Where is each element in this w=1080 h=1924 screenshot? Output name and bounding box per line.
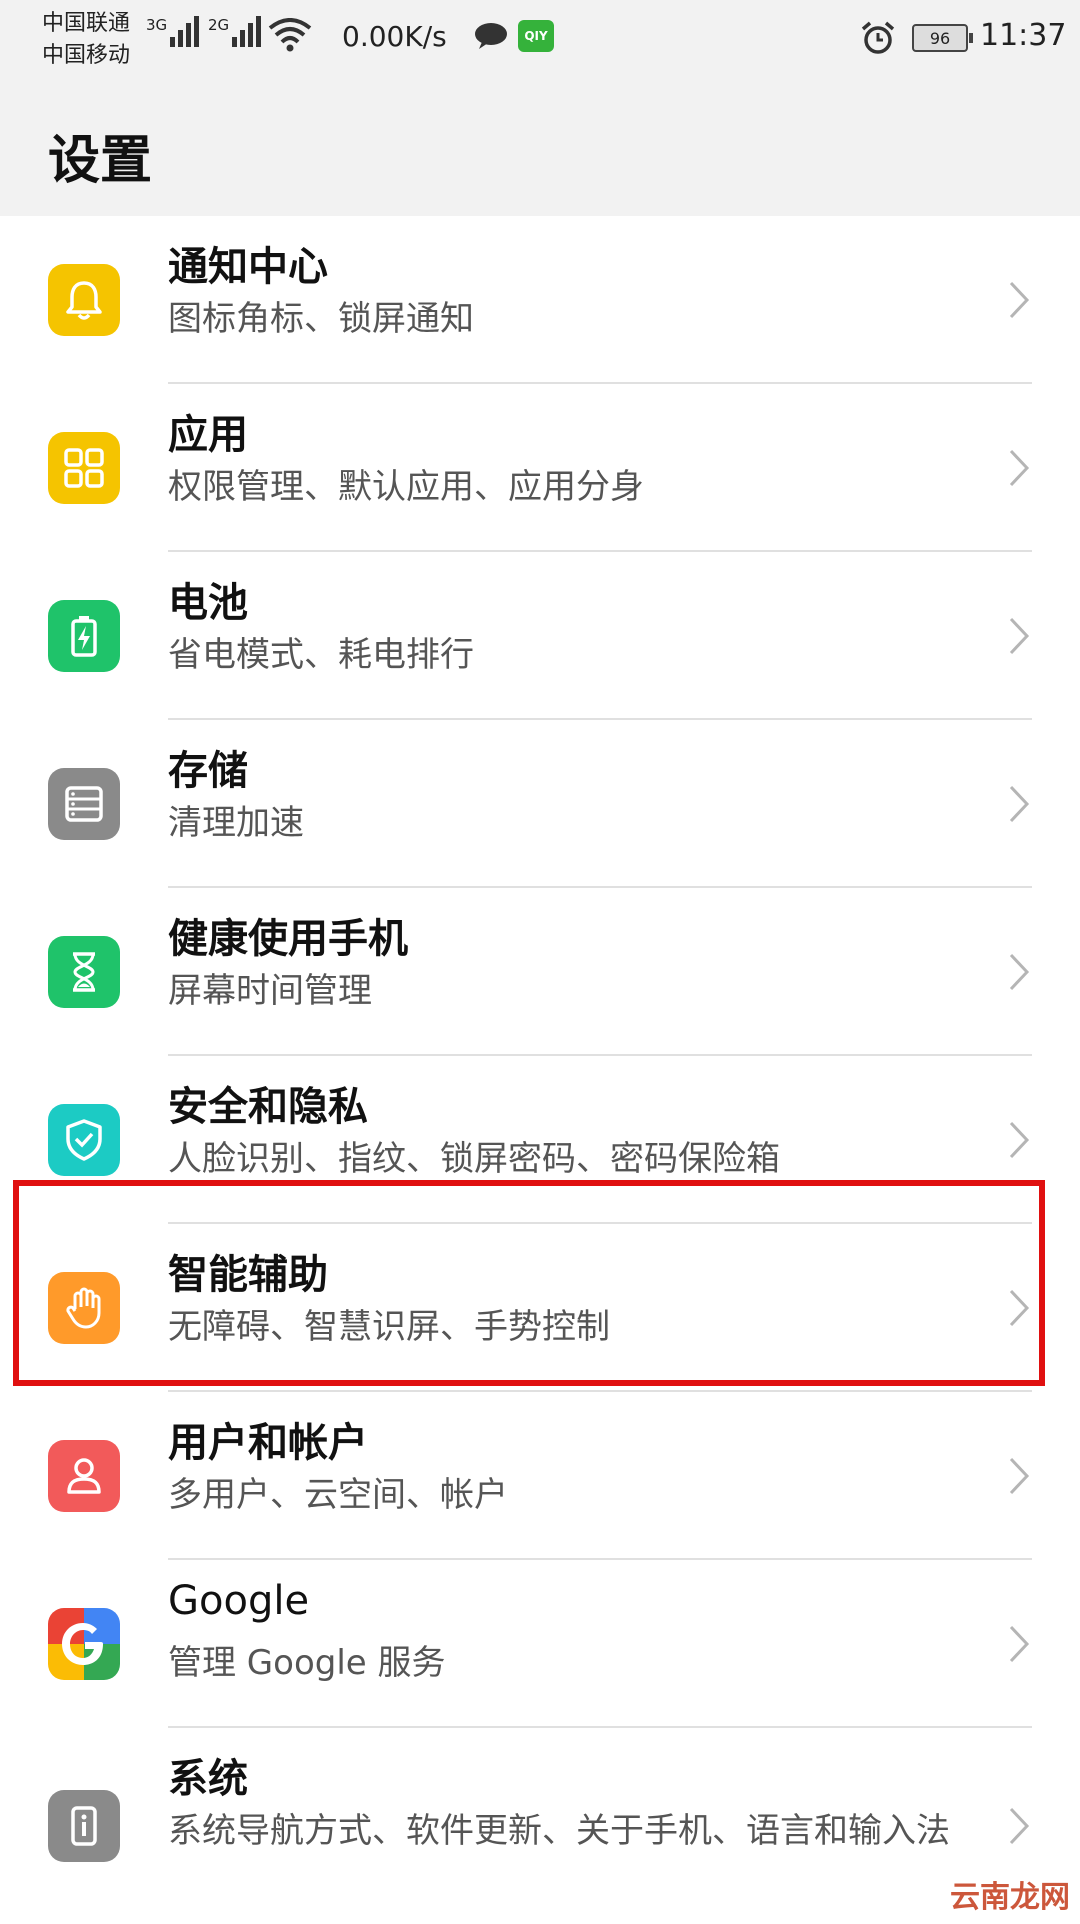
sim1-network-tag: 3G [146,16,168,34]
apps-grid-icon [48,432,120,504]
chevron-right-icon [1009,449,1030,487]
item-subtitle: 清理加速 [168,803,304,843]
chevron-right-icon [1009,1457,1030,1495]
settings-item-digital-balance[interactable]: 健康使用手机 屏幕时间管理 [0,888,1080,1056]
item-subtitle: 屏幕时间管理 [168,971,372,1011]
item-title: 系统 [168,1756,248,1802]
iqiyi-app-icon: QIY [518,20,554,52]
network-speed: 0.00K/s [342,20,447,53]
chevron-right-icon [1009,281,1030,319]
settings-item-google[interactable]: Google 管理 Google 服务 [0,1560,1080,1728]
carrier-1: 中国联通 [42,11,131,36]
alarm-icon [861,21,895,54]
item-subtitle: 人脸识别、指纹、锁屏密码、密码保险箱 [168,1139,780,1179]
item-title: 安全和隐私 [168,1084,368,1130]
carrier-names: 中国联通 中国移动 [42,8,130,72]
chevron-right-icon [1009,953,1030,991]
item-title: 应用 [168,412,248,458]
storage-icon [48,768,120,840]
chevron-right-icon [1009,1289,1030,1327]
hand-icon [48,1272,120,1344]
settings-item-users-accounts[interactable]: 用户和帐户 多用户、云空间、帐户 [0,1392,1080,1560]
sim2-network-tag: 2G [208,16,230,34]
chevron-right-icon [1009,1121,1030,1159]
clock: 11:37 [980,18,1067,53]
settings-item-smart-assistance[interactable]: 智能辅助 无障碍、智慧识屏、手势控制 [0,1224,1080,1392]
settings-item-security-privacy[interactable]: 安全和隐私 人脸识别、指纹、锁屏密码、密码保险箱 [0,1056,1080,1224]
item-title: 通知中心 [168,244,328,290]
chevron-right-icon [1009,785,1030,823]
item-subtitle: 图标角标、锁屏通知 [168,299,474,339]
phone-info-icon [48,1790,120,1862]
item-subtitle: 管理 Google 服务 [168,1643,446,1683]
item-title: 智能辅助 [168,1252,328,1298]
google-icon [48,1608,120,1680]
hourglass-icon [48,936,120,1008]
item-title: 电池 [168,580,248,626]
item-subtitle: 省电模式、耗电排行 [168,635,474,675]
item-title: 用户和帐户 [168,1420,368,1466]
page-header: 设置 [0,90,1080,216]
shield-icon [48,1104,120,1176]
chevron-right-icon [1009,1807,1030,1845]
signal-2-icon: 2G [208,16,264,47]
carrier-2: 中国移动 [42,43,131,68]
settings-item-system[interactable]: 系统 系统导航方式、软件更新、关于手机、语言和输入法 [0,1728,1080,1924]
user-icon [48,1440,120,1512]
item-subtitle: 无障碍、智慧识屏、手势控制 [168,1307,610,1347]
item-subtitle: 权限管理、默认应用、应用分身 [168,467,644,507]
item-title: 健康使用手机 [168,916,408,962]
item-subtitle: 系统导航方式、软件更新、关于手机、语言和输入法 [168,1811,950,1851]
wifi-icon [268,18,312,52]
settings-list: 通知中心 图标角标、锁屏通知 应用 权限管理、默认应用、应用分身 电池 省电模式… [0,216,1080,1924]
item-title: Google [168,1578,310,1624]
settings-item-notifications[interactable]: 通知中心 图标角标、锁屏通知 [0,216,1080,384]
watermark: 云南龙网 [950,1880,1070,1915]
signal-1-icon: 3G [146,16,202,47]
settings-item-apps[interactable]: 应用 权限管理、默认应用、应用分身 [0,384,1080,552]
page-title: 设置 [48,131,153,191]
settings-item-battery[interactable]: 电池 省电模式、耗电排行 [0,552,1080,720]
status-bar: 中国联通 中国移动 3G 2G 0.00K/s QIY 96 11:37 [0,0,1080,90]
chevron-right-icon [1009,1625,1030,1663]
item-subtitle: 多用户、云空间、帐户 [168,1475,508,1515]
bell-icon [48,264,120,336]
settings-item-storage[interactable]: 存储 清理加速 [0,720,1080,888]
battery-icon [48,600,120,672]
battery-indicator: 96 [912,24,973,52]
message-icon [475,23,507,49]
chevron-right-icon [1009,617,1030,655]
item-title: 存储 [168,748,248,794]
